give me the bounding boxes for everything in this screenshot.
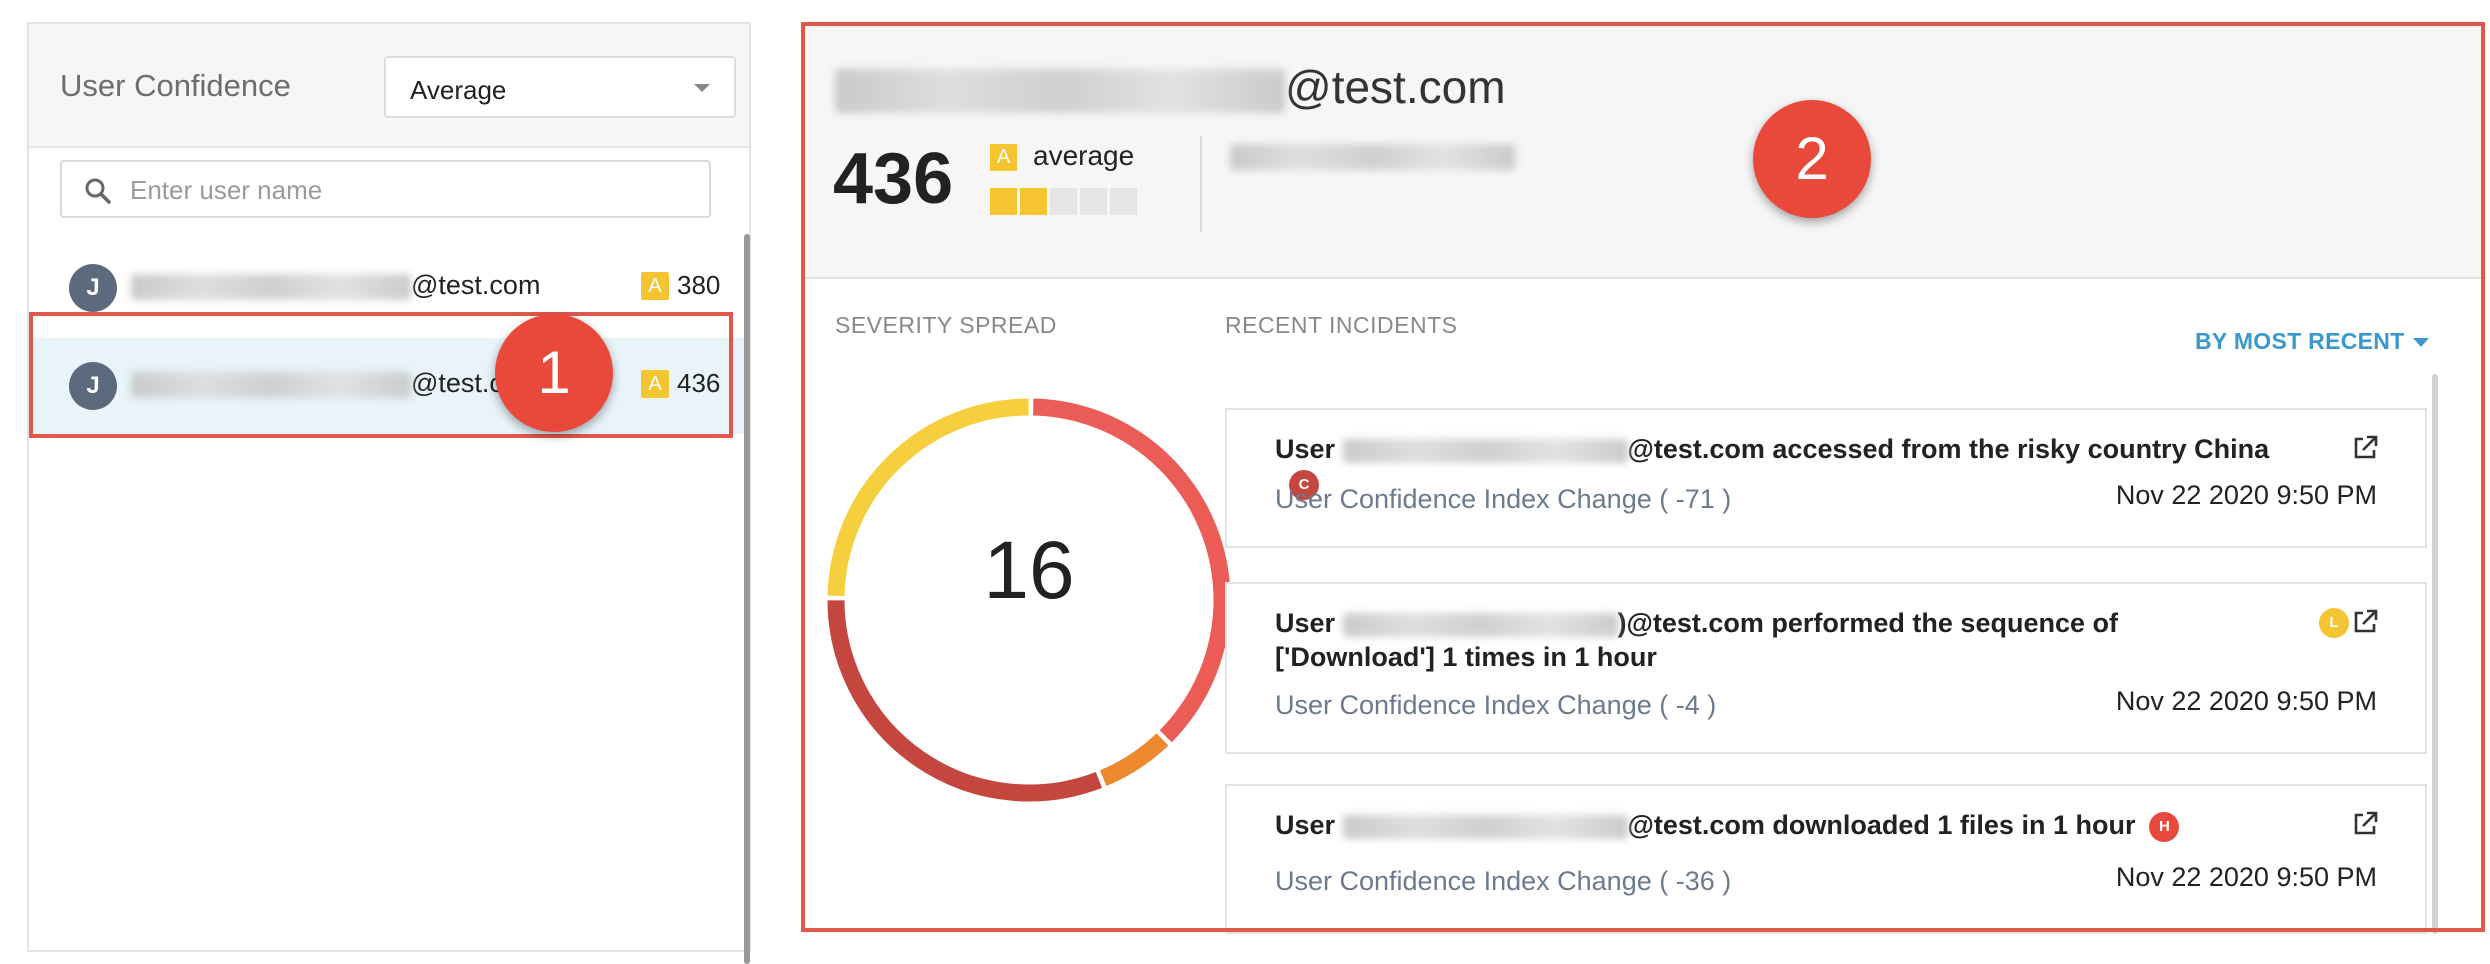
user-email-domain: @test.com xyxy=(411,270,541,300)
caret-down-icon xyxy=(694,84,710,92)
search-icon xyxy=(85,178,111,204)
confidence-filter-select[interactable]: Average xyxy=(384,56,736,118)
user-list-panel: User Confidence Average J @test.com A 38… xyxy=(27,22,751,964)
grade-badge: A xyxy=(641,272,669,300)
user-search-input[interactable] xyxy=(128,170,692,210)
user-search-box[interactable] xyxy=(60,160,711,218)
avatar: J xyxy=(69,264,117,312)
highlight-box-2 xyxy=(801,22,2485,932)
confidence-filter-value: Average xyxy=(410,75,507,105)
step-marker-1: 1 xyxy=(495,314,613,432)
step-marker-2: 2 xyxy=(1753,100,1871,218)
user-list-scrollbar[interactable] xyxy=(744,234,750,964)
user-email: @test.com xyxy=(131,270,540,301)
panel-title: User Confidence xyxy=(60,68,291,103)
highlight-box-1 xyxy=(29,312,733,438)
redacted-username xyxy=(131,273,411,300)
user-score: 380 xyxy=(677,270,721,300)
user-list-header: User Confidence Average xyxy=(29,24,749,148)
